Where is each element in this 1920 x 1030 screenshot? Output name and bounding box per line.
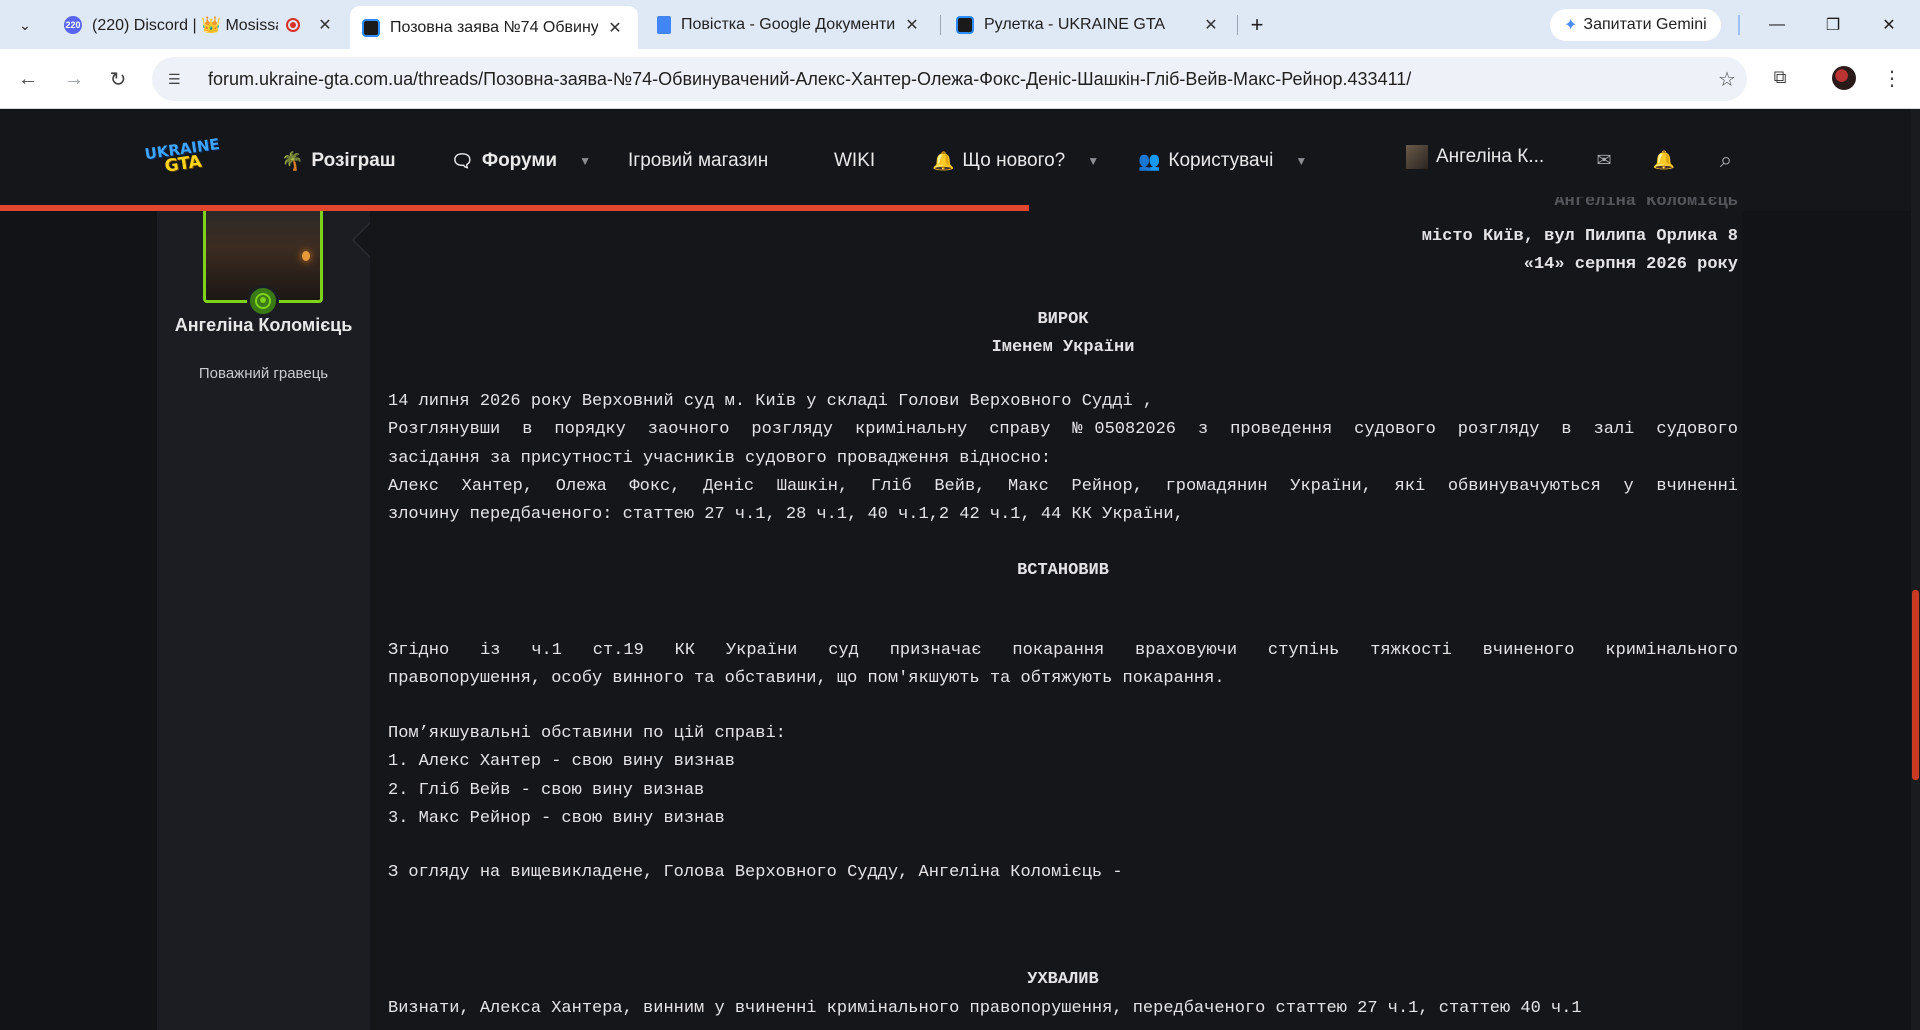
close-icon[interactable]: ✕ bbox=[901, 14, 923, 36]
paragraph-line: злочину передбаченого: статтею 27 ч.1, 2… bbox=[388, 505, 1184, 524]
tab-roulette[interactable]: Рулетка - UKRAINE GTA ✕ bbox=[944, 6, 1234, 43]
profile-avatar[interactable] bbox=[1832, 66, 1856, 90]
new-tab-button[interactable]: + bbox=[1244, 12, 1270, 38]
faded-top-line: Ангеліна Коломієць bbox=[1554, 197, 1738, 211]
nav-forums[interactable]: 🗨 Форуми ▼ bbox=[451, 146, 591, 176]
tab-discord[interactable]: 220 (220) Discord | 👑 Mosissa ✕ bbox=[52, 6, 348, 43]
tab-title: Рулетка - UKRAINE GTA bbox=[984, 15, 1166, 33]
recording-icon bbox=[286, 17, 300, 32]
verdict-date: «14» серпня 2026 року bbox=[1523, 255, 1738, 274]
tab-separator bbox=[940, 15, 941, 35]
users-icon: 👥 bbox=[1138, 150, 1161, 171]
minimize-icon: — bbox=[1769, 16, 1785, 33]
site-info-icon[interactable]: ☰ bbox=[168, 71, 190, 88]
nav-label: Користувачі bbox=[1168, 150, 1274, 171]
close-icon[interactable]: ✕ bbox=[604, 17, 626, 39]
tab-separator bbox=[1237, 15, 1238, 35]
tab-google-docs[interactable]: Повістка - Google Документи ✕ bbox=[645, 6, 935, 43]
list-item: 1. Алекс Хантер - свою вину визнав bbox=[388, 752, 735, 771]
more-menu-icon[interactable]: ⋮ bbox=[1882, 64, 1902, 92]
close-icon[interactable]: ✕ bbox=[1200, 14, 1222, 36]
ruling-line: Визнати, Алекса Хантера, винним у вчинен… bbox=[388, 999, 1582, 1018]
heading-name-of-ukraine: Іменем України bbox=[991, 338, 1135, 357]
chevron-down-icon[interactable]: ▼ bbox=[1295, 154, 1307, 168]
list-item: 2. Гліб Вейв - свою вину визнав bbox=[388, 781, 705, 800]
extensions-icon[interactable]: ⧉ bbox=[1766, 63, 1794, 91]
nav-giveaway[interactable]: 🌴 Розіграш bbox=[281, 146, 396, 176]
reload-button[interactable]: ↻ bbox=[104, 65, 132, 93]
minimize-button[interactable]: — bbox=[1762, 10, 1792, 40]
scrollbar-thumb[interactable] bbox=[1912, 590, 1919, 780]
plus-icon: + bbox=[1250, 12, 1264, 37]
forward-button[interactable]: → bbox=[60, 65, 88, 93]
reload-icon: ↻ bbox=[109, 68, 127, 91]
bell-icon: 🔔 bbox=[932, 150, 955, 171]
tab-search-button[interactable]: ⌄ bbox=[10, 10, 40, 40]
toolbar-separator bbox=[1738, 15, 1740, 35]
tab-title: Повістка - Google Документи bbox=[681, 15, 895, 33]
palm-tree-icon: 🌴 bbox=[281, 150, 304, 171]
tab-title: (220) Discord | 👑 Mosissa bbox=[92, 16, 278, 34]
nav-label: Форуми bbox=[481, 150, 558, 171]
chevron-down-icon: ⌄ bbox=[19, 16, 31, 33]
paragraph-line: 14 липня 2026 року Верховний суд м. Київ… bbox=[388, 392, 1154, 411]
address-bar[interactable]: ☰ forum.ukraine-gta.com.ua/threads/Позов… bbox=[152, 57, 1747, 101]
post-arrow bbox=[352, 222, 370, 258]
close-icon: ✕ bbox=[1882, 17, 1896, 34]
heading-verdict: ВИРОК bbox=[1037, 310, 1089, 329]
close-icon[interactable]: ✕ bbox=[314, 14, 336, 36]
conclusion-line: З огляду на вищевикладене, Голова Верхов… bbox=[388, 863, 1123, 882]
nav-label: Що нового? bbox=[962, 150, 1066, 171]
nav-label: WIKI bbox=[834, 150, 876, 171]
gemini-button[interactable]: ✦ Запитати Gemini bbox=[1550, 9, 1721, 41]
bookmark-star-icon[interactable]: ☆ bbox=[1707, 67, 1747, 92]
url-text[interactable]: forum.ukraine-gta.com.ua/threads/Позовна… bbox=[208, 69, 1707, 90]
tab-lawsuit[interactable]: Позовна заява №74 Обвинува ✕ bbox=[350, 6, 638, 49]
chevron-down-icon[interactable]: ▼ bbox=[1087, 154, 1099, 168]
paragraph-line: Згідно із ч.1 ст.19 КК України суд призн… bbox=[388, 641, 1738, 660]
paragraph-line: Розглянувши в порядку заочного розгляду … bbox=[388, 420, 1738, 439]
author-title: Поважний гравець bbox=[198, 365, 329, 382]
site-favicon-icon bbox=[956, 15, 974, 34]
heading-ruled: УХВАЛИВ bbox=[1027, 970, 1099, 989]
restore-button[interactable]: ❐ bbox=[1818, 10, 1848, 40]
site-favicon-icon bbox=[362, 18, 380, 37]
nav-label: Ігровий магазин bbox=[628, 150, 769, 171]
court-address: місто Київ, вул Пилипа Орлика 8 bbox=[1421, 227, 1738, 246]
user-avatar bbox=[1406, 145, 1428, 169]
heading-established: ВСТАНОВИВ bbox=[1017, 561, 1109, 580]
nav-label: Розіграш bbox=[311, 150, 396, 171]
paragraph-line: правопорушення, особу винного та обстави… bbox=[388, 669, 1225, 688]
paragraph-line: Алекс Хантер, Олежа Фокс, Деніс Шашкін, … bbox=[388, 477, 1738, 496]
restore-icon: ❐ bbox=[1825, 17, 1841, 34]
nav-wiki[interactable]: WIKI bbox=[834, 146, 875, 176]
back-button[interactable]: ← bbox=[14, 65, 42, 93]
arrow-right-icon: → bbox=[64, 67, 84, 90]
mitigating-title: Пом’якшувальні обставини по цій справі: bbox=[388, 724, 786, 743]
tab-title: Позовна заява №74 Обвинува bbox=[390, 18, 598, 36]
google-docs-icon bbox=[657, 15, 671, 34]
post-content bbox=[370, 211, 1742, 1030]
list-item: 3. Макс Рейнор - свою вину визнав bbox=[388, 809, 725, 828]
arrow-left-icon: ← bbox=[18, 67, 38, 90]
nav-shop[interactable]: Ігровий магазин bbox=[628, 146, 768, 176]
alerts-bell-icon[interactable]: 🔔 bbox=[1650, 146, 1678, 174]
nav-whats-new[interactable]: 🔔 Що нового? ▼ bbox=[932, 146, 1099, 176]
chat-bubble-icon: 🗨 bbox=[451, 150, 474, 171]
chevron-down-icon[interactable]: ▼ bbox=[579, 154, 591, 168]
gemini-label: Запитати Gemini bbox=[1583, 16, 1707, 33]
account-menu[interactable]: Ангеліна К... bbox=[1406, 145, 1544, 169]
browser-toolbar: ← → ↻ ☰ forum.ukraine-gta.com.ua/threads… bbox=[0, 49, 1920, 109]
close-window-button[interactable]: ✕ bbox=[1874, 10, 1904, 40]
inbox-icon[interactable]: ✉ bbox=[1590, 146, 1618, 174]
nav-users[interactable]: 👥 Користувачі ▼ bbox=[1138, 146, 1307, 176]
search-icon[interactable]: ⌕ bbox=[1712, 146, 1740, 174]
current-user-name: Ангеліна К... bbox=[1436, 146, 1545, 167]
sparkle-icon: ✦ bbox=[1564, 17, 1578, 34]
page-scrollbar[interactable] bbox=[1911, 109, 1920, 1030]
paragraph-line: засідання за присутності учасників судов… bbox=[388, 449, 1052, 468]
author-name[interactable]: Ангеліна Коломієць bbox=[170, 312, 357, 339]
discord-icon: 220 bbox=[64, 15, 82, 34]
